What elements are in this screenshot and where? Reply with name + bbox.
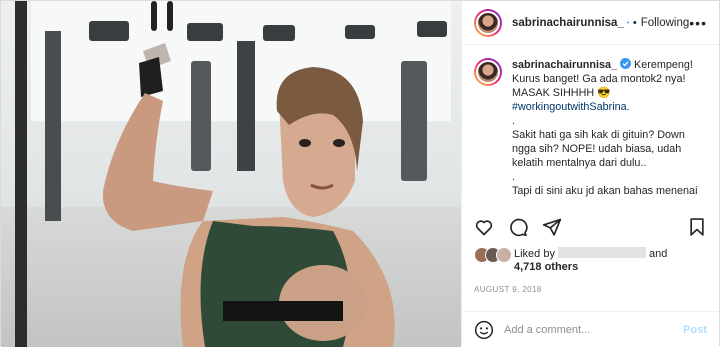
add-comment-bar: Add a comment... Post [462,311,719,347]
post-side-panel: sabrinachairunnisa_ • Following ••• sabr… [461,1,719,347]
liker-avatars[interactable] [474,247,512,265]
likes-count-link[interactable]: 4,718 others [514,261,578,273]
caption-body: . Sakit hati ga sih kak di gituin? Down … [512,115,698,197]
post-header: sabrinachairunnisa_ • Following ••• [462,1,719,45]
caption-hashtag[interactable]: #workingoutwithSabrina [512,101,627,113]
author-username[interactable]: sabrinachairunnisa_ [512,17,624,29]
treadmill-screen [417,21,447,37]
verified-badge-icon [626,21,629,24]
more-options-icon[interactable]: ••• [689,15,707,31]
liked-by-label: Liked by [514,248,555,260]
comment-input[interactable]: Add a comment... [504,324,590,336]
author-avatar[interactable] [474,8,502,37]
liker-avatar [496,247,512,263]
verified-badge-icon [620,58,632,69]
instagram-post-modal: sabrinachairunnisa_ • Following ••• sabr… [0,0,720,347]
caption-author-avatar[interactable] [474,58,502,86]
caption-username[interactable]: sabrinachairunnisa_ [512,59,617,71]
post-date[interactable]: AUGUST 9, 2018 [474,285,542,294]
likes-row: Liked by and 4,718 others [474,247,707,274]
heart-icon[interactable] [474,217,494,237]
left-pole [15,1,27,347]
post-photo[interactable] [1,1,461,347]
post-comment-button[interactable]: Post [683,324,707,336]
comment-icon[interactable] [508,217,528,237]
machine-pole [45,31,61,221]
caption-area: sabrinachairunnisa_ Kerempeng! Kurus ban… [462,46,719,204]
following-button[interactable]: Following [641,17,690,29]
emoji-icon[interactable] [474,320,494,340]
caption-hashtag-suffix: . [626,101,630,113]
separator-dot: • [632,16,637,29]
woman-figure [102,43,395,347]
liked-by-text: Liked by and 4,718 others [514,247,667,274]
post-actions [474,215,707,239]
redacted-username [557,247,646,258]
share-icon[interactable] [542,217,562,237]
and-label: and [648,248,668,260]
post-caption: sabrinachairunnisa_ Kerempeng! Kurus ban… [512,58,707,204]
bookmark-icon[interactable] [687,217,707,237]
